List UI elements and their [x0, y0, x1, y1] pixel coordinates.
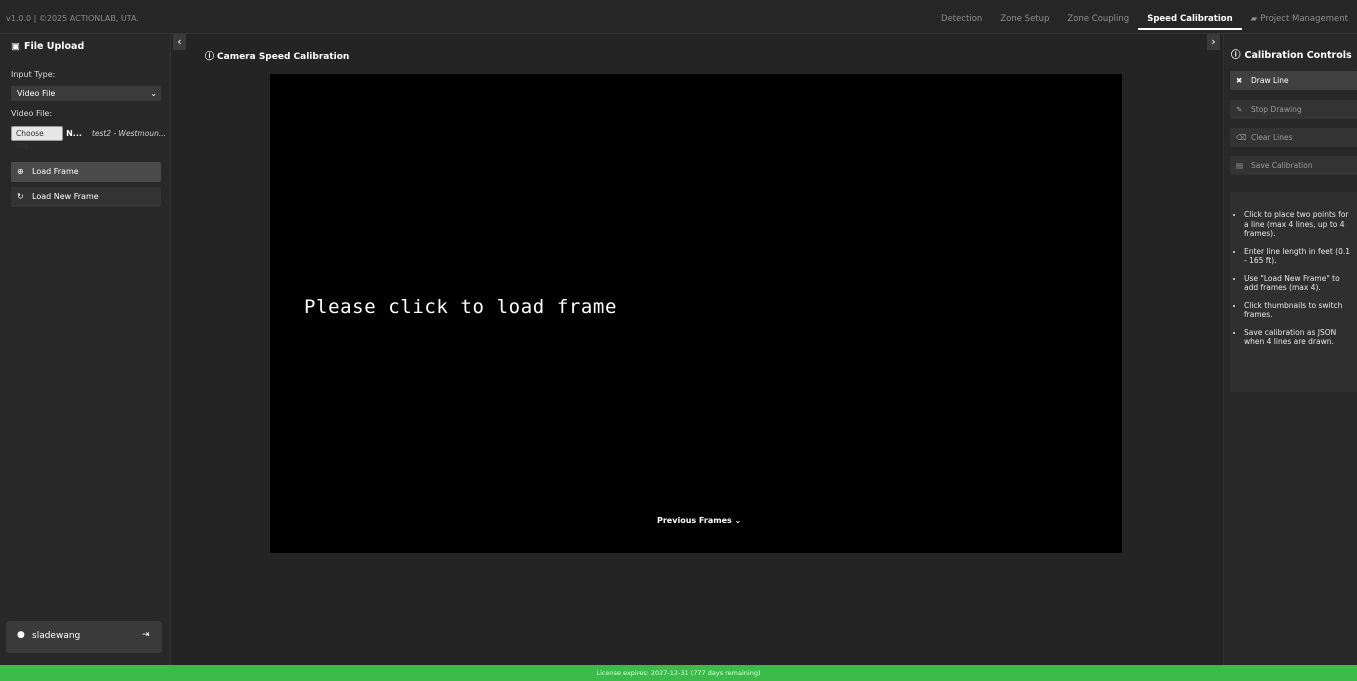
chevron-down-icon: ⌄	[150, 89, 157, 98]
collapse-left-button[interactable]: ‹	[173, 34, 186, 50]
input-type-select[interactable]: Video File ⌄	[11, 86, 161, 101]
file-upload-title: ▣ File Upload	[11, 41, 84, 52]
file-upload-title-label: File Upload	[23, 41, 85, 52]
camera-calibration-title-label: Camera Speed Calibration	[217, 52, 350, 62]
load-new-frame-label: Load New Frame	[32, 192, 99, 201]
folder-icon: ▰	[1250, 14, 1258, 24]
input-type-value: Video File	[17, 89, 56, 98]
tab-detection[interactable]: Detection	[932, 8, 991, 30]
license-footer: License expires: 2027-12-31 (777 days re…	[0, 665, 1357, 681]
tab-project-management-label: Project Management	[1260, 14, 1348, 24]
stop-drawing-button[interactable]: ✎ Stop Drawing	[1230, 100, 1357, 119]
input-type-label: Input Type:	[11, 70, 56, 79]
chevron-right-icon: ›	[1211, 35, 1216, 48]
logout-icon[interactable]: ⇥	[142, 630, 150, 640]
save-calibration-label: Save Calibration	[1251, 161, 1313, 170]
instruction-item: Use "Load New Frame" to add frames (max …	[1244, 274, 1354, 293]
upload-icon: ▣	[11, 41, 20, 52]
video-file-input: Choose File N... test2 - Westmoun...	[11, 126, 166, 151]
collapse-right-button[interactable]: ›	[1207, 34, 1220, 50]
tab-zone-setup[interactable]: Zone Setup	[991, 8, 1058, 30]
user-bar: ● sladewang ⇥	[6, 621, 162, 653]
instructions-list: Click to place two points for a line (ma…	[1230, 192, 1357, 347]
chevron-down-icon: ⌄	[734, 516, 742, 525]
load-frame-placeholder: Please click to load frame	[304, 296, 618, 318]
stop-drawing-icon: ✎	[1236, 105, 1243, 114]
main-nav: Detection Zone Setup Zone Coupling Speed…	[932, 8, 1357, 30]
tab-speed-calibration[interactable]: Speed Calibration	[1138, 8, 1242, 30]
draw-line-button[interactable]: ✖ Draw Line	[1230, 71, 1357, 90]
previous-frames-toggle[interactable]: Previous Frames ⌄	[657, 516, 741, 525]
username: sladewang	[32, 631, 81, 641]
instructions-box: Click to place two points for a line (ma…	[1230, 192, 1357, 392]
draw-line-label: Draw Line	[1251, 76, 1289, 85]
calibration-controls-panel: ⓘ Calibration Controls ✖ Draw Line ✎ Stop D…	[1223, 34, 1357, 665]
load-frame-label: Load Frame	[32, 167, 79, 176]
clear-lines-button[interactable]: ⌫ Clear Lines	[1230, 128, 1357, 147]
version-text: v1.0.0 | ©2025 ACTIONLAB, UTA.	[6, 14, 139, 23]
load-frame-button[interactable]: ⊕ Load Frame	[11, 162, 161, 182]
user-icon: ●	[17, 630, 25, 640]
tab-project-management[interactable]: ▰ Project Management	[1242, 8, 1357, 30]
draw-line-icon: ✖	[1236, 76, 1243, 85]
refresh-icon: ↻	[17, 192, 24, 201]
instruction-item: Click to place two points for a line (ma…	[1244, 210, 1354, 239]
plus-circle-icon: ⊕	[17, 167, 24, 176]
selected-file-name: test2 - Westmoun...	[91, 129, 166, 138]
clear-lines-label: Clear Lines	[1251, 133, 1293, 142]
camera-calibration-title: ⓘ Camera Speed Calibration	[205, 49, 349, 62]
frame-canvas[interactable]: Please click to load frame Previous Fram…	[270, 74, 1122, 553]
video-file-label: Video File:	[11, 109, 53, 118]
info-icon: ⓘ	[205, 52, 215, 62]
previous-frames-label: Previous Frames	[657, 516, 732, 525]
calibration-controls-title-label: Calibration Controls	[1244, 50, 1352, 61]
tab-zone-coupling[interactable]: Zone Coupling	[1058, 8, 1138, 30]
instruction-item: Enter line length in feet (0.1 - 165 ft)…	[1244, 247, 1354, 266]
chevron-left-icon: ‹	[177, 35, 182, 48]
stop-drawing-label: Stop Drawing	[1251, 105, 1302, 114]
save-calibration-button[interactable]: ▤ Save Calibration	[1230, 156, 1357, 175]
top-bar: v1.0.0 | ©2025 ACTIONLAB, UTA. Detection…	[0, 0, 1357, 34]
file-upload-panel: ▣ File Upload Input Type: Video File ⌄ Vi…	[0, 34, 171, 665]
info-icon: ⓘ	[1231, 50, 1241, 61]
eraser-icon: ⌫	[1236, 133, 1247, 142]
load-new-frame-button[interactable]: ↻ Load New Frame	[11, 187, 161, 207]
file-truncated-name: N...	[66, 129, 82, 138]
choose-file-button[interactable]: Choose File	[11, 126, 64, 151]
instruction-item: Save calibration as JSON when 4 lines ar…	[1244, 328, 1354, 347]
save-icon: ▤	[1236, 161, 1244, 170]
instruction-item: Click thumbnails to switch frames.	[1244, 301, 1354, 320]
calibration-controls-title: ⓘ Calibration Controls	[1231, 47, 1352, 61]
